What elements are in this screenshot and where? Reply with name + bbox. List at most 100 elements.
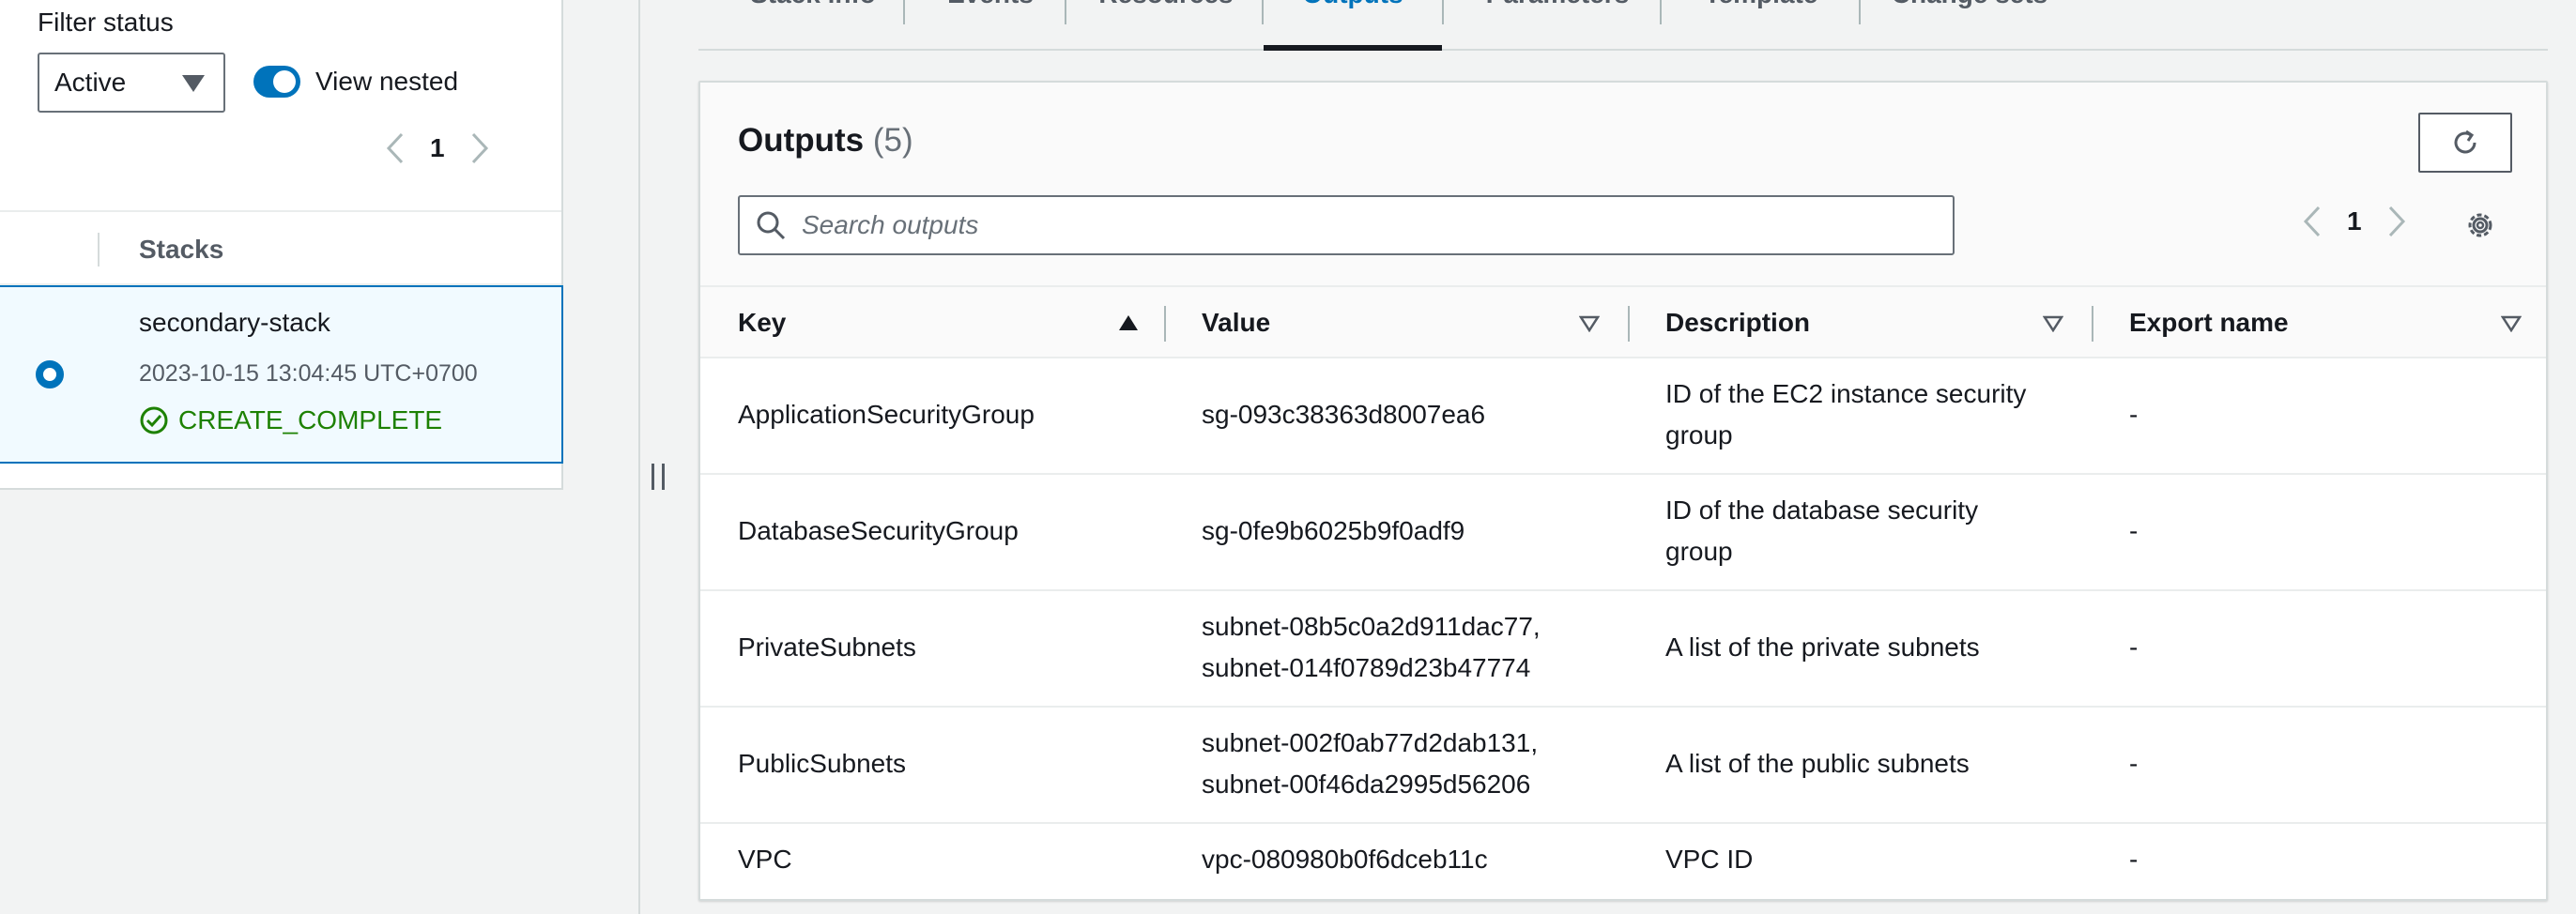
output-value: vpc-080980b0f6dceb11c — [1202, 839, 1615, 880]
outputs-header: Outputs (5) 1 — [700, 83, 2546, 285]
tab-change-sets[interactable]: Change sets — [1885, 0, 2054, 49]
stack-created-time: 2023-10-15 13:04:45 UTC+0700 — [139, 360, 478, 387]
column-header-value[interactable]: Value — [1202, 308, 1270, 338]
tab-separator — [1065, 0, 1066, 24]
outputs-title: Outputs (5) — [738, 122, 913, 160]
tab-outputs[interactable]: Outputs — [1264, 0, 1442, 49]
view-nested-label: View nested — [315, 67, 459, 96]
outputs-title-text: Outputs — [738, 122, 865, 159]
column-resizer[interactable] — [1164, 306, 1166, 342]
stack-status-label: CREATE_COMPLETE — [178, 405, 443, 434]
output-export-name: - — [2129, 516, 2139, 545]
output-value-line: subnet-00f46da2995d56206 — [1202, 769, 1531, 799]
output-export-name: - — [2129, 749, 2139, 778]
output-value-line: sg-0fe9b6025b9f0adf9 — [1202, 516, 1465, 545]
search-outputs-field[interactable] — [738, 195, 1955, 255]
output-description: A list of the public subnets — [1665, 743, 2078, 785]
output-value-line: subnet-002f0ab77d2dab131, — [1202, 728, 1539, 757]
table-row: PublicSubnets subnet-002f0ab77d2dab131, … — [700, 708, 2546, 824]
stacks-table-header: Stacks — [0, 210, 561, 285]
caret-down-icon — [182, 75, 205, 92]
output-description: ID of the database security group — [1665, 490, 2078, 572]
stacks-pagination: 1 — [385, 131, 490, 165]
sort-ascending-icon[interactable] — [1119, 315, 1138, 330]
active-tab-indicator — [1264, 45, 1442, 51]
chevron-left-icon[interactable] — [385, 131, 406, 165]
tab-parameters[interactable]: Parameters — [1468, 0, 1647, 49]
outputs-count: (5) — [872, 122, 913, 159]
refresh-button[interactable] — [2418, 113, 2512, 173]
table-row: ApplicationSecurityGroup sg-093c38363d80… — [700, 358, 2546, 475]
chevron-right-icon[interactable] — [469, 131, 490, 165]
output-key: VPC — [738, 845, 792, 874]
output-key: DatabaseSecurityGroup — [738, 516, 1019, 545]
check-circle-icon — [140, 406, 168, 434]
output-value-line: sg-093c38363d8007ea6 — [1202, 400, 1486, 429]
tab-separator — [1442, 0, 1444, 24]
stack-radio-selected[interactable] — [36, 360, 64, 388]
column-divider — [98, 233, 100, 267]
filter-status-value: Active — [54, 68, 127, 97]
table-row: PrivateSubnets subnet-08b5c0a2d911dac77,… — [700, 591, 2546, 708]
sort-icon[interactable] — [2501, 315, 2522, 332]
current-page-number[interactable]: 1 — [2347, 206, 2362, 236]
stack-row[interactable]: secondary-stack 2023-10-15 13:04:45 UTC+… — [0, 285, 563, 464]
tab-events[interactable]: Events — [929, 0, 1051, 49]
stacks-panel: Filter status Active View nested 1 Stack… — [0, 0, 563, 490]
tab-template[interactable]: Template — [1686, 0, 1836, 49]
output-description-line: A list of the public subnets — [1665, 749, 1970, 778]
output-description-line: VPC ID — [1665, 845, 1754, 874]
output-value: subnet-08b5c0a2d911dac77, subnet-014f078… — [1202, 606, 1615, 689]
output-description-line: ID of the EC2 instance security — [1665, 379, 2027, 408]
filter-status-select[interactable]: Active — [38, 53, 225, 113]
stack-name[interactable]: secondary-stack — [139, 308, 330, 338]
tab-stack-info[interactable]: Stack info — [738, 0, 888, 49]
output-export-name: - — [2129, 400, 2139, 429]
tab-separator — [1859, 0, 1861, 24]
output-description-line: group — [1665, 537, 1733, 566]
output-description: A list of the private subnets — [1665, 627, 2078, 668]
output-description-line: group — [1665, 420, 1733, 449]
refresh-icon — [2454, 129, 2476, 154]
column-resizer[interactable] — [2092, 306, 2093, 342]
view-nested-toggle[interactable]: View nested — [253, 66, 458, 98]
stack-detail-tabs: Stack info Events Resources Outputs Para… — [698, 0, 2548, 51]
column-header-description[interactable]: Description — [1665, 308, 1810, 338]
output-description-line: A list of the private subnets — [1665, 632, 1980, 662]
output-key: ApplicationSecurityGroup — [738, 400, 1035, 429]
cloudformation-stack-page: Filter status Active View nested 1 Stack… — [0, 0, 2576, 914]
column-header-export-name[interactable]: Export name — [2129, 308, 2289, 338]
table-row: DatabaseSecurityGroup sg-0fe9b6025b9f0ad… — [700, 475, 2546, 591]
stacks-column-header: Stacks — [139, 235, 224, 264]
filter-status-label: Filter status — [38, 8, 174, 37]
chevron-left-icon[interactable] — [2302, 205, 2323, 238]
output-key: PublicSubnets — [738, 749, 907, 778]
gear-icon[interactable] — [2463, 208, 2497, 242]
output-export-name: - — [2129, 845, 2139, 874]
column-resizer[interactable] — [1628, 306, 1630, 342]
output-key: PrivateSubnets — [738, 632, 916, 662]
current-page-number[interactable]: 1 — [430, 133, 445, 163]
output-value-line: subnet-014f0789d23b47774 — [1202, 653, 1531, 682]
column-header-key[interactable]: Key — [738, 308, 786, 338]
chevron-right-icon[interactable] — [2386, 205, 2407, 238]
tab-resources[interactable]: Resources — [1091, 0, 1241, 49]
search-icon — [757, 211, 786, 240]
stack-status: CREATE_COMPLETE — [139, 405, 442, 435]
outputs-container: Outputs (5) 1 — [698, 81, 2548, 901]
output-value: sg-093c38363d8007ea6 — [1202, 394, 1615, 435]
outputs-table-header: Key Value Description Export name — [700, 285, 2546, 358]
tab-separator — [903, 0, 905, 24]
tab-separator — [1660, 0, 1662, 24]
toggle-knob — [273, 70, 296, 93]
output-value: sg-0fe9b6025b9f0adf9 — [1202, 510, 1615, 552]
search-outputs-input[interactable] — [802, 210, 1928, 240]
panel-resize-handle[interactable] — [652, 464, 665, 490]
output-value-line: subnet-08b5c0a2d911dac77, — [1202, 612, 1541, 641]
output-description: ID of the EC2 instance security group — [1665, 373, 2078, 456]
table-row: VPC vpc-080980b0f6dceb11c VPC ID - — [700, 824, 2546, 899]
outputs-pagination: 1 — [2302, 205, 2407, 238]
sort-icon[interactable] — [2043, 315, 2063, 332]
toggle-switch[interactable] — [253, 66, 300, 98]
sort-icon[interactable] — [1579, 315, 1600, 332]
